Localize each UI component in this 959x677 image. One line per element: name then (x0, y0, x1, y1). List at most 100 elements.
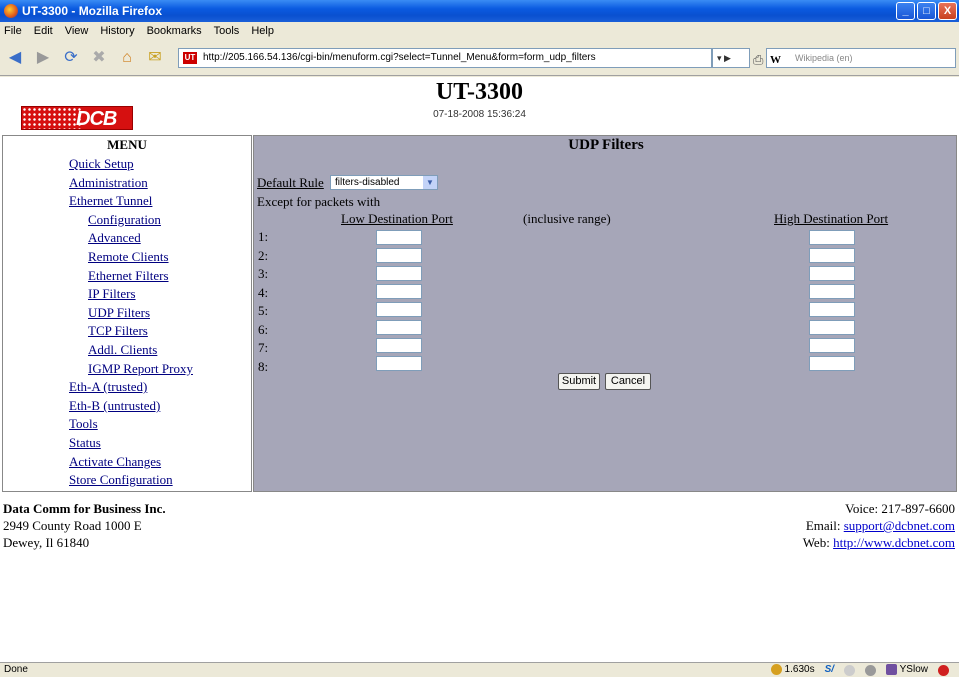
default-rule-select[interactable]: filters-disabled ▼ (330, 175, 438, 190)
addon-icon[interactable] (844, 664, 856, 676)
search-engine-icon[interactable]: W (770, 51, 781, 69)
row-label: 5: (258, 303, 269, 318)
high-port-input[interactable] (809, 338, 855, 353)
sidebar-item-configuration[interactable]: Configuration (88, 212, 161, 228)
high-port-input[interactable] (809, 320, 855, 335)
back-icon[interactable]: ◀ (4, 47, 26, 69)
high-port-input[interactable] (809, 284, 855, 299)
high-port-input[interactable] (809, 230, 855, 245)
menu-view[interactable]: View (65, 25, 89, 37)
window-controls: _ □ X (896, 2, 957, 20)
home-icon[interactable]: ⌂ (116, 47, 138, 69)
address-line1: 2949 County Road 1000 E (3, 518, 142, 533)
row-label: 7: (258, 340, 269, 355)
page-content: DCB UT-3300 07-18-2008 15:36:24 MENU Qui… (0, 77, 959, 662)
forward-icon[interactable]: ▶ (32, 47, 54, 69)
low-port-input[interactable] (376, 284, 422, 299)
menu-history[interactable]: History (100, 25, 134, 37)
udp-filters-panel: UDP Filters Default Rule filters-disable… (253, 135, 957, 492)
stumble-icon[interactable]: S/ (825, 663, 834, 677)
row-label: 1: (258, 229, 269, 244)
sidebar-item-advanced[interactable]: Advanced (88, 230, 141, 246)
site-favicon-icon: UT (183, 52, 197, 64)
sidebar-item-quick-setup[interactable]: Quick Setup (69, 156, 134, 172)
sidebar-item-ethernet-tunnel[interactable]: Ethernet Tunnel (69, 193, 152, 209)
window-titlebar: UT-3300 - Mozilla Firefox _ □ X (0, 0, 959, 22)
menu-tools[interactable]: Tools (214, 25, 240, 37)
chevron-down-icon[interactable]: ▼ (423, 176, 437, 189)
menu-bookmarks[interactable]: Bookmarks (147, 25, 202, 37)
low-port-input[interactable] (376, 320, 422, 335)
default-rule-label: Default Rule (257, 175, 324, 190)
sidebar-item-ethernet-filters[interactable]: Ethernet Filters (88, 268, 169, 284)
sidebar-item-ip-filters[interactable]: IP Filters (88, 286, 136, 302)
sidebar-item-udp-filters[interactable]: UDP Filters (88, 305, 150, 321)
sidebar-item-eth-a[interactable]: Eth-A (trusted) (69, 379, 147, 395)
menu-help[interactable]: Help (251, 25, 274, 37)
adblock-icon[interactable] (938, 664, 949, 676)
high-port-header: High Destination Port (774, 211, 889, 226)
email-link[interactable]: support@dcbnet.com (844, 518, 955, 533)
web-line: Web: http://www.dcbnet.com (802, 535, 955, 550)
url-text: http://205.166.54.136/cgi-bin/menuform.c… (203, 52, 596, 63)
web-link[interactable]: http://www.dcbnet.com (833, 535, 955, 550)
status-bar: Done 1.630s S/ YSlow (0, 662, 959, 677)
except-label: Except for packets with (257, 194, 381, 209)
url-go-button[interactable]: ▾ ▶ (712, 48, 750, 68)
maximize-button[interactable]: □ (917, 2, 936, 20)
device-title: UT-3300 (435, 79, 524, 105)
info-icon[interactable] (865, 664, 877, 676)
menu-bar: File Edit View History Bookmarks Tools H… (0, 22, 959, 40)
section-title: UDP Filters (568, 137, 644, 153)
yslow-indicator[interactable]: YSlow (886, 663, 928, 677)
printer-icon[interactable]: ⎙ (753, 52, 763, 68)
high-port-input[interactable] (809, 302, 855, 317)
low-port-input[interactable] (376, 230, 422, 245)
high-port-input[interactable] (809, 248, 855, 263)
search-placeholder: Wikipedia (en) (795, 53, 853, 63)
menu-edit[interactable]: Edit (34, 25, 53, 37)
sidebar-item-eth-b[interactable]: Eth-B (untrusted) (69, 398, 160, 414)
stop-icon[interactable]: ✖ (88, 47, 110, 69)
row-label: 2: (258, 248, 269, 263)
sidebar-item-status[interactable]: Status (69, 435, 101, 451)
status-text: Done (4, 664, 28, 675)
nav-toolbar: ◀ ▶ ⟳ ✖ ⌂ ✉ UT http://205.166.54.136/cgi… (0, 40, 959, 76)
minimize-button[interactable]: _ (896, 2, 915, 20)
menu-title: MENU (107, 137, 147, 152)
firefox-icon (4, 4, 18, 18)
menu-file[interactable]: File (4, 25, 22, 37)
cancel-button[interactable]: Cancel (605, 373, 651, 390)
firebug-icon (770, 663, 782, 675)
row-label: 6: (258, 322, 269, 337)
low-port-input[interactable] (376, 338, 422, 353)
submit-button[interactable]: Submit (558, 373, 600, 390)
sidebar-item-addl-clients[interactable]: Addl. Clients (88, 342, 157, 358)
high-port-input[interactable] (809, 266, 855, 281)
company-name: Data Comm for Business Inc. (3, 501, 166, 516)
status-icons: 1.630s S/ YSlow (770, 663, 949, 677)
url-bar[interactable]: UT http://205.166.54.136/cgi-bin/menufor… (178, 48, 712, 68)
sidebar-item-activate-changes[interactable]: Activate Changes (69, 454, 161, 470)
sidebar-item-administration[interactable]: Administration (69, 175, 148, 191)
low-port-input[interactable] (376, 266, 422, 281)
sidebar-item-remote-clients[interactable]: Remote Clients (88, 249, 169, 265)
sidebar-item-store-configuration[interactable]: Store Configuration (69, 472, 173, 488)
low-port-input[interactable] (376, 356, 422, 371)
load-time[interactable]: 1.630s (770, 663, 815, 677)
high-port-input[interactable] (809, 356, 855, 371)
low-port-input[interactable] (376, 248, 422, 263)
close-button[interactable]: X (938, 2, 957, 20)
sidebar-item-tcp-filters[interactable]: TCP Filters (88, 323, 148, 339)
yslow-icon (886, 663, 898, 675)
reload-icon[interactable]: ⟳ (60, 47, 82, 69)
mail-icon[interactable]: ✉ (144, 47, 166, 69)
page-header: DCB UT-3300 07-18-2008 15:36:24 (0, 77, 959, 135)
sidebar-item-tools[interactable]: Tools (69, 416, 98, 432)
range-label: (inclusive range) (523, 211, 611, 226)
sidebar-item-igmp-report-proxy[interactable]: IGMP Report Proxy (88, 361, 193, 377)
low-port-header: Low Destination Port (341, 211, 453, 226)
sidebar-menu: MENU Quick Setup Administration Ethernet… (2, 135, 252, 492)
low-port-input[interactable] (376, 302, 422, 317)
search-input[interactable]: W Wikipedia (en) (766, 48, 956, 68)
